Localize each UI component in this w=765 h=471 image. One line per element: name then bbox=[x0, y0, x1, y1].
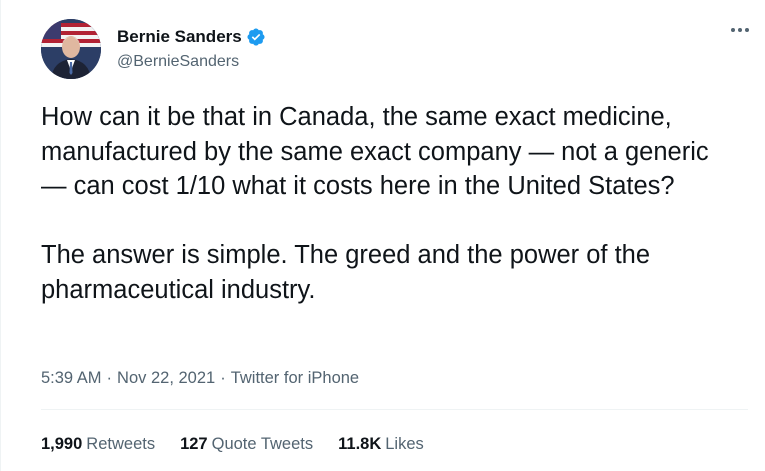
tweet-time[interactable]: 5:39 AM bbox=[41, 369, 102, 387]
tweet-card: Bernie Sanders @BernieSanders How can it… bbox=[0, 0, 765, 471]
retweets-stat[interactable]: 1,990 Retweets bbox=[41, 434, 155, 454]
quote-tweets-count: 127 bbox=[180, 435, 208, 453]
divider bbox=[41, 409, 748, 410]
likes-count: 11.8K bbox=[338, 435, 382, 453]
meta-separator: · bbox=[220, 369, 226, 387]
retweets-count: 1,990 bbox=[41, 435, 83, 453]
avatar[interactable] bbox=[41, 19, 101, 79]
retweets-label: Retweets bbox=[86, 435, 156, 453]
quote-tweets-label: Quote Tweets bbox=[211, 435, 314, 453]
tweet-date[interactable]: Nov 22, 2021 bbox=[117, 369, 215, 387]
tweet-source[interactable]: Twitter for iPhone bbox=[231, 369, 359, 387]
likes-stat[interactable]: 11.8K Likes bbox=[338, 434, 424, 454]
author-name-row[interactable]: Bernie Sanders bbox=[117, 27, 266, 47]
more-options-icon[interactable] bbox=[731, 28, 749, 32]
meta-separator: · bbox=[106, 369, 113, 387]
tweet-text: How can it be that in Canada, the same e… bbox=[41, 103, 709, 304]
author-handle[interactable]: @BernieSanders bbox=[117, 52, 239, 72]
tweet-stats: 1,990 Retweets 127 Quote Tweets 11.8K Likes bbox=[41, 434, 449, 454]
avatar-image bbox=[41, 19, 101, 79]
tweet-meta: 5:39 AM · Nov 22, 2021 · Twitter for iPhone bbox=[41, 368, 359, 388]
verified-badge-icon bbox=[246, 27, 266, 47]
author-display-name[interactable]: Bernie Sanders bbox=[117, 27, 242, 47]
quote-tweets-stat[interactable]: 127 Quote Tweets bbox=[180, 434, 313, 454]
likes-label: Likes bbox=[385, 435, 424, 453]
